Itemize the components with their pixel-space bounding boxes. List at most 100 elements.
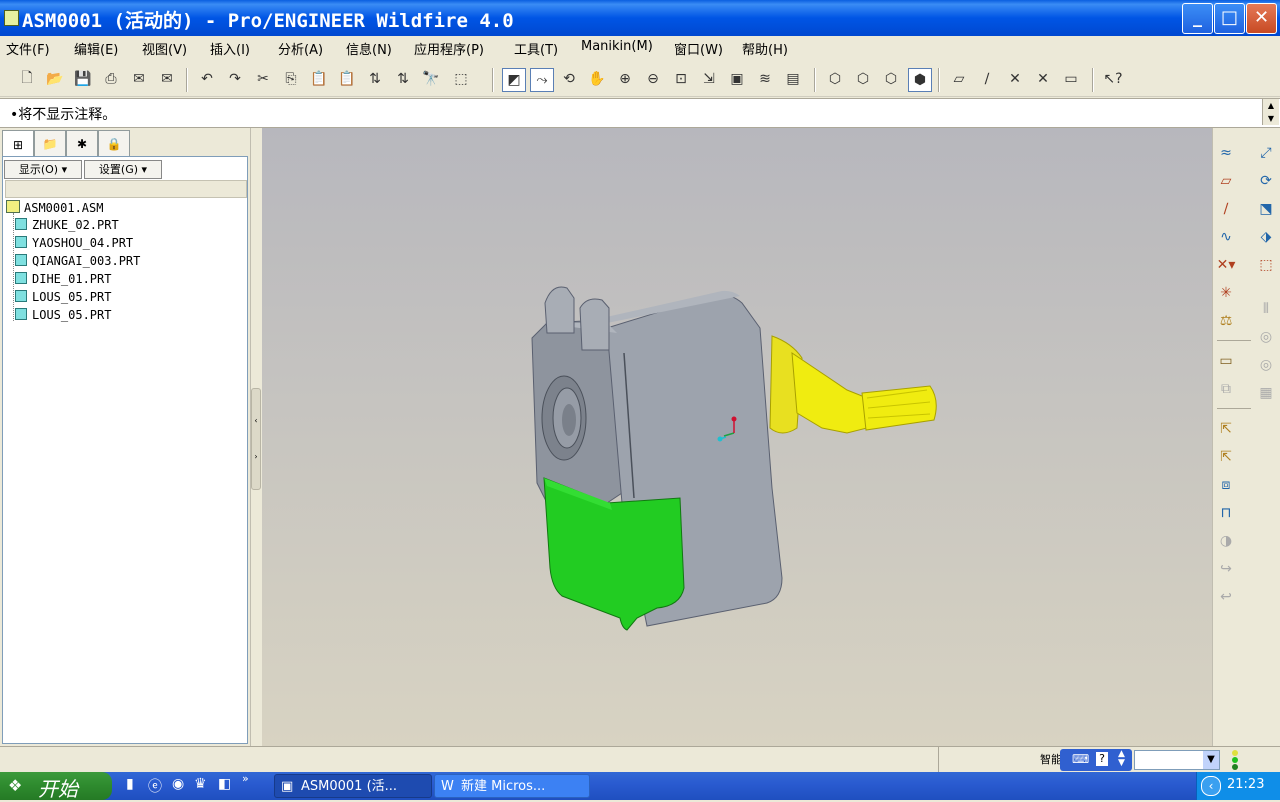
menu-insert[interactable]: 插入(I) (210, 39, 250, 58)
menu-view[interactable]: 视图(V) (142, 39, 187, 58)
select-box-icon[interactable]: ⬚ (450, 68, 472, 90)
layers-icon[interactable]: ≋ (754, 68, 776, 90)
media-icon[interactable]: ◧ (218, 776, 231, 792)
menu-info[interactable]: 信息(N) (346, 39, 392, 58)
round-icon[interactable]: ◑ (1215, 530, 1237, 552)
menu-help[interactable]: 帮助(H) (742, 39, 788, 58)
wireframe-icon[interactable]: ⬡ (824, 68, 846, 90)
revolve-icon[interactable]: ⟳ (1255, 170, 1277, 192)
create-component-icon[interactable]: ⇱ (1215, 446, 1237, 468)
repaint-icon[interactable]: ◩ (502, 68, 526, 92)
start-button[interactable]: ❖ 开始 (0, 772, 112, 801)
ime-arrows-icon[interactable]: ▲ ▼ (1118, 750, 1125, 768)
cut-icon[interactable]: ✂ (252, 68, 274, 90)
menu-manikin[interactable]: Manikin(M) (581, 39, 653, 54)
draft-icon[interactable]: ↩ (1215, 586, 1237, 608)
menu-analysis[interactable]: 分析(A) (278, 39, 323, 58)
sweep-icon[interactable]: ⬔ (1255, 198, 1277, 220)
paste-icon[interactable]: 📋 (308, 68, 330, 90)
datum-point-display-icon[interactable]: ✕ (1004, 68, 1026, 90)
regenerate-manager-icon[interactable]: ⇅ (392, 68, 414, 90)
open-folder-icon[interactable]: 📂 (44, 68, 66, 90)
datum-plane-display-icon[interactable]: ▱ (948, 68, 970, 90)
minimize-button[interactable]: _ (1182, 3, 1213, 34)
maximize-button[interactable]: □ (1214, 3, 1245, 34)
menu-tools[interactable]: 工具(T) (514, 39, 558, 58)
menu-file[interactable]: 文件(F) (6, 39, 50, 58)
view-manager-icon[interactable]: ▤ (782, 68, 804, 90)
help-icon[interactable]: ? (1096, 752, 1108, 766)
analysis-icon[interactable]: ⚖ (1215, 310, 1237, 332)
menu-window[interactable]: 窗口(W) (674, 39, 723, 58)
annotation-display-icon[interactable]: ▭ (1060, 68, 1082, 90)
no-hidden-icon[interactable]: ⬡ (880, 68, 902, 90)
send-icon[interactable]: ✉ (156, 68, 178, 90)
assemble-icon[interactable]: ⧈ (1215, 474, 1237, 496)
tree-item[interactable]: LOUS_05.PRT (15, 308, 111, 326)
chevron-down-icon[interactable]: ▼ (1203, 751, 1219, 769)
extrude-icon[interactable]: ⬚ (1255, 254, 1277, 276)
tab-model-tree[interactable]: ⊞ (2, 130, 34, 158)
tree-item[interactable]: LOUS_05.PRT (15, 290, 111, 308)
tree-item[interactable]: QIANGAI_003.PRT (15, 254, 140, 272)
redo-icon[interactable]: ↷ (224, 68, 246, 90)
ie-icon[interactable]: ⓔ (148, 776, 162, 796)
copy-feature-icon[interactable]: ⤢ (1255, 142, 1277, 164)
trim-icon[interactable]: ◎ (1255, 354, 1277, 376)
datum-curve-icon[interactable]: ∿ (1215, 226, 1237, 248)
context-help-icon[interactable]: ↖? (1102, 68, 1124, 90)
spin-center-icon[interactable]: ⤳ (530, 68, 554, 92)
group-icon[interactable]: ⧉ (1215, 378, 1237, 400)
copy-icon[interactable]: ⎘ (280, 68, 302, 90)
shading-icon[interactable]: ⬢ (908, 68, 932, 92)
datum-axis-icon[interactable]: ∕ (1215, 198, 1237, 220)
show-dropdown[interactable]: 显示(O) ▾ (4, 160, 82, 179)
close-button[interactable]: ✕ (1246, 3, 1277, 34)
saved-views-icon[interactable]: ▣ (726, 68, 748, 90)
merge-icon[interactable]: ◎ (1255, 326, 1277, 348)
tab-favorites[interactable]: ✱ (66, 130, 98, 157)
app-icon[interactable]: ♛ (194, 776, 207, 792)
zoom-out-icon[interactable]: ⊖ (642, 68, 664, 90)
collapse-panel-handle[interactable]: ‹ › (251, 388, 261, 490)
csys-display-icon[interactable]: ✕ (1032, 68, 1054, 90)
csys-icon[interactable]: ✳ (1215, 282, 1237, 304)
save-icon[interactable]: 💾 (72, 68, 94, 90)
zoom-in-icon[interactable]: ⊕ (614, 68, 636, 90)
tree-item[interactable]: ZHUKE_02.PRT (15, 218, 119, 236)
datum-point-icon[interactable]: ✕▾ (1215, 254, 1237, 276)
pan-hand-icon[interactable]: ✋ (586, 68, 608, 90)
paste-special-icon[interactable]: 📋 (336, 68, 358, 90)
add-component-icon[interactable]: ⇱ (1215, 418, 1237, 440)
filter-select[interactable]: ▼ (1134, 750, 1220, 770)
hole-icon[interactable]: ↪ (1215, 558, 1237, 580)
undo-icon[interactable]: ↶ (196, 68, 218, 90)
refit-icon[interactable]: ⊡ (670, 68, 692, 90)
title-bar[interactable]: ASM0001 (活动的) - Pro/ENGINEER Wildfire 4.… (0, 0, 1280, 36)
find-icon[interactable]: 🔭 (420, 68, 442, 90)
message-scrollbar[interactable]: ▲ ▼ (1262, 99, 1279, 125)
keyboard-icon[interactable]: ⌨ (1072, 752, 1089, 766)
mirror-icon[interactable]: ⫴ (1255, 298, 1277, 320)
datum-axis-display-icon[interactable]: ∕ (976, 68, 998, 90)
tree-item[interactable]: DIHE_01.PRT (15, 272, 111, 290)
graphics-window[interactable] (262, 128, 1212, 746)
chevron-right-icon[interactable]: » (242, 772, 249, 785)
menu-applications[interactable]: 应用程序(P) (414, 39, 484, 58)
pattern-icon[interactable]: ▦ (1255, 382, 1277, 404)
tree-item[interactable]: YAOSHOU_04.PRT (15, 236, 133, 254)
sketch-icon[interactable]: ≈ (1215, 142, 1237, 164)
reorient-icon[interactable]: ⇲ (698, 68, 720, 90)
tray-expand-icon[interactable]: ‹ (1201, 776, 1221, 796)
tree-root-item[interactable]: ASM0001.ASM (6, 200, 103, 218)
qq-icon[interactable]: ◉ (172, 776, 184, 792)
settings-dropdown[interactable]: 设置(G) ▾ (84, 160, 162, 179)
orient-mode-icon[interactable]: ⟲ (558, 68, 580, 90)
taskbar-item-proe[interactable]: ▣ ASM0001 (活... (274, 774, 432, 798)
cut-out-icon[interactable]: ⊓ (1215, 502, 1237, 524)
desktop-icon[interactable]: ▮ (126, 776, 134, 792)
taskbar-item-word[interactable]: W 新建 Micros... (434, 774, 590, 798)
blend-icon[interactable]: ⬗ (1255, 226, 1277, 248)
tab-folder-browser[interactable]: 📁 (34, 130, 66, 157)
email-icon[interactable]: ✉ (128, 68, 150, 90)
